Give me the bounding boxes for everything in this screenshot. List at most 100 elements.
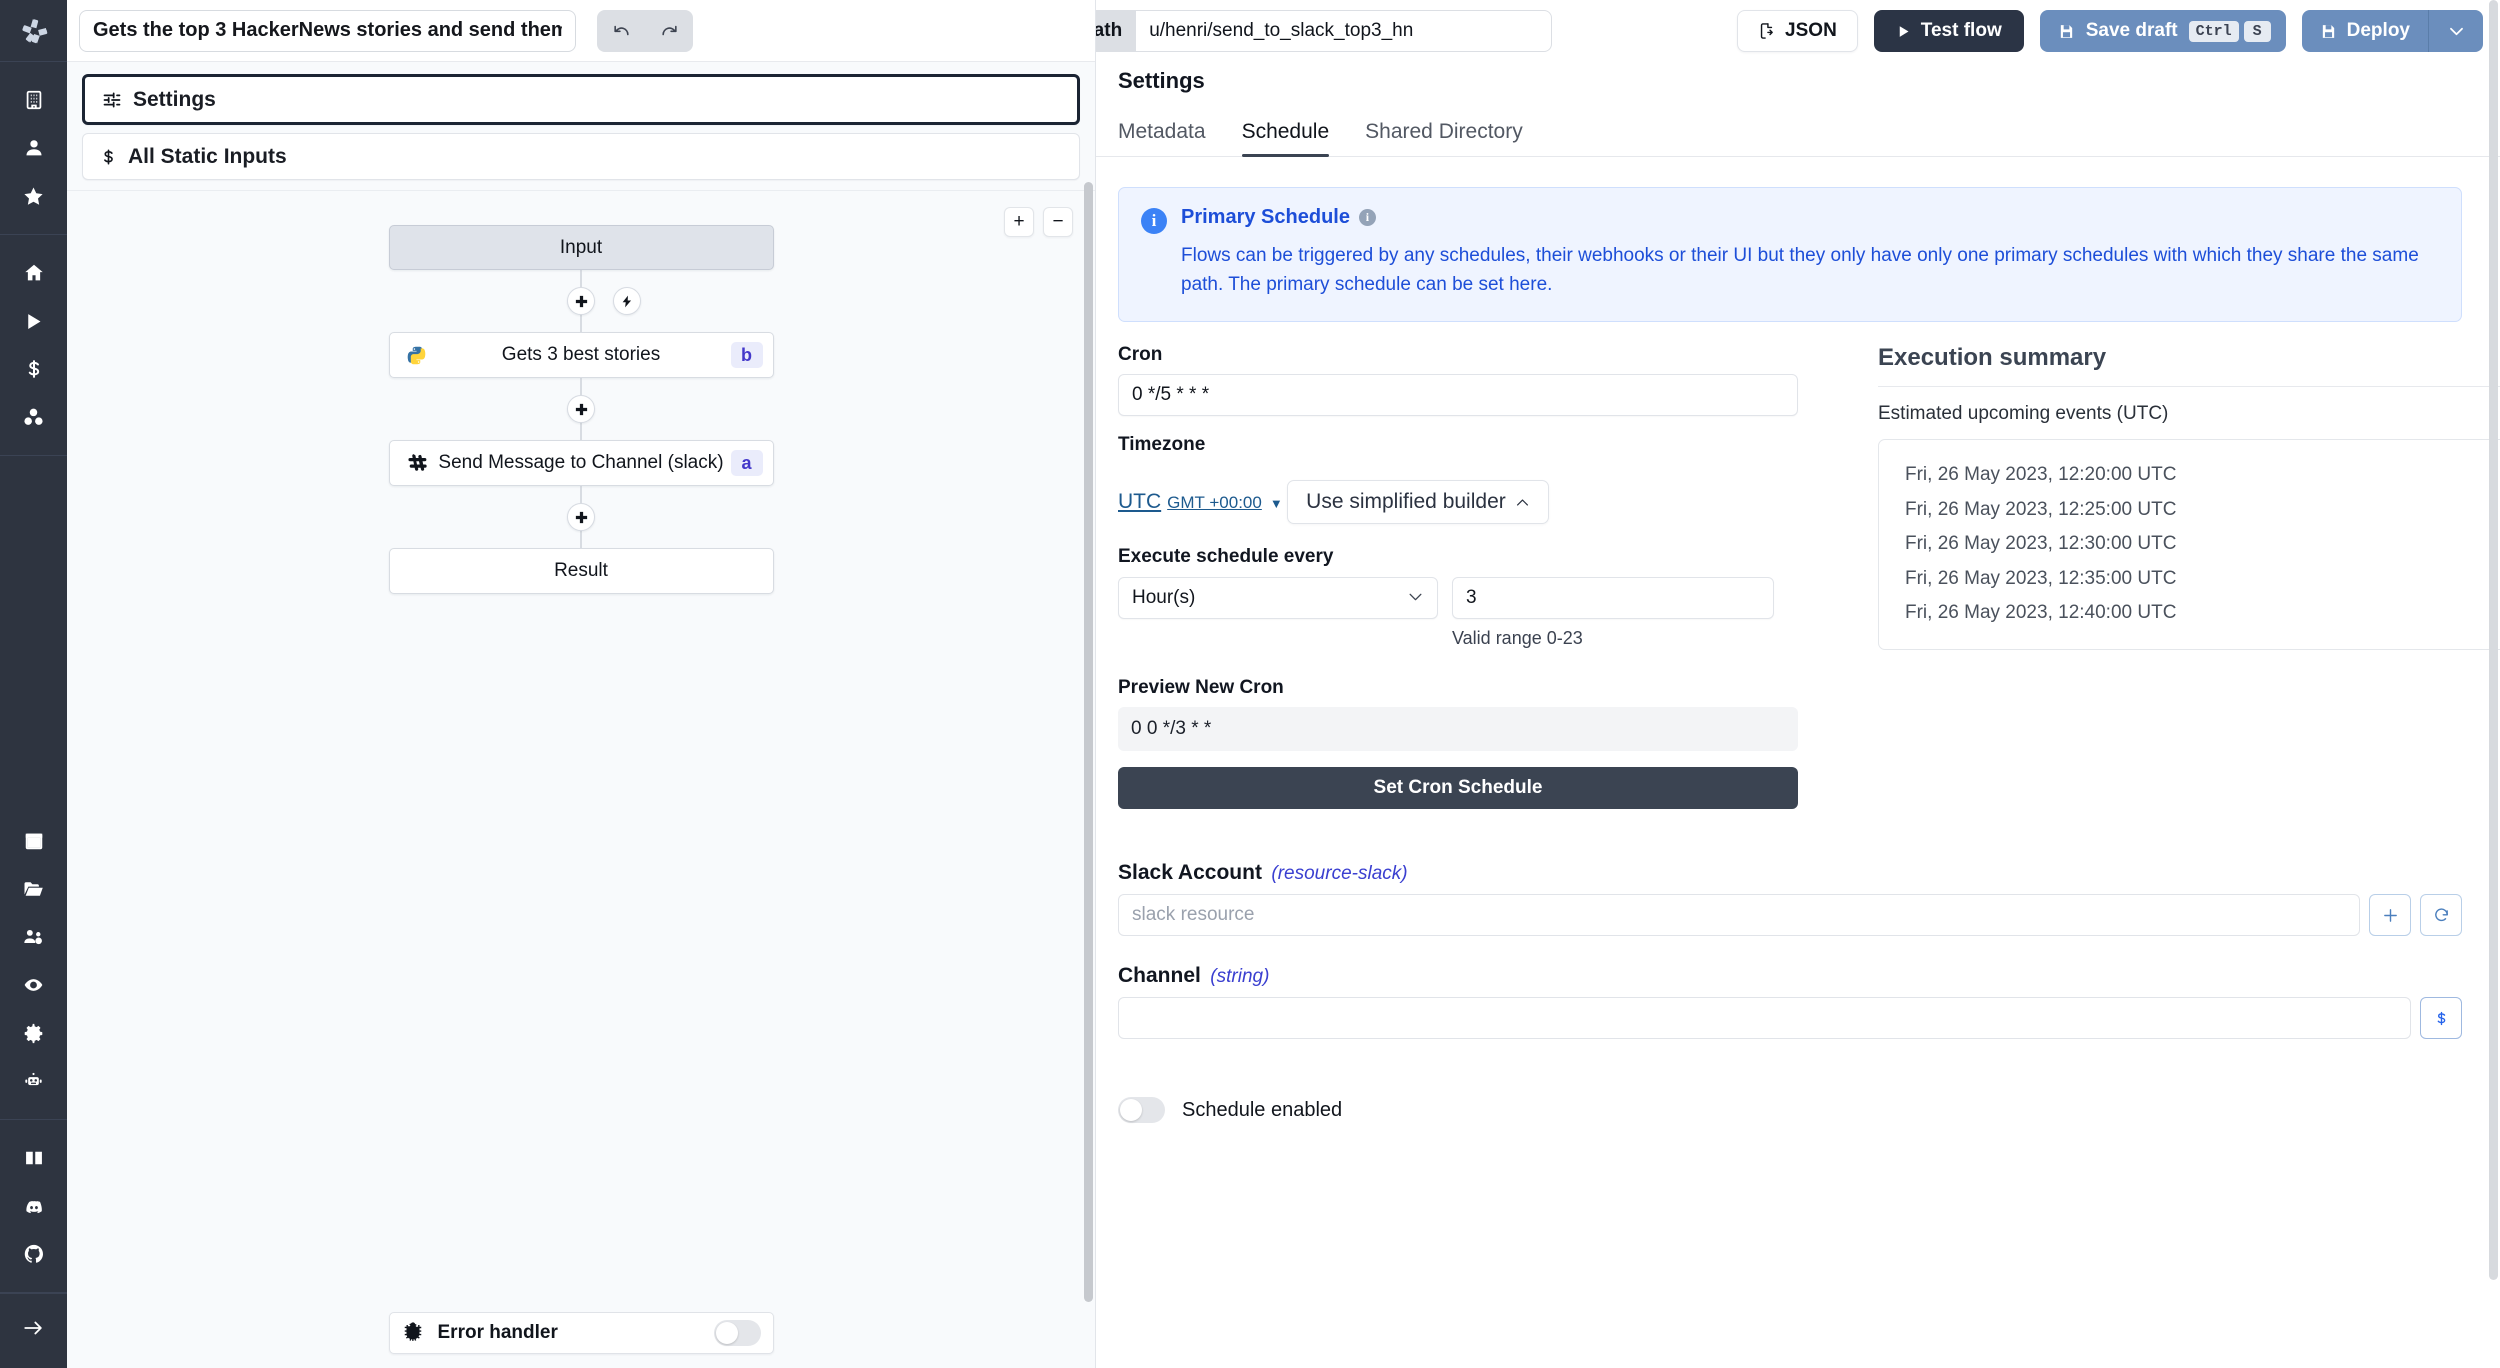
scrollbar-thumb[interactable]: [1084, 182, 1093, 1302]
tab-shared-directory[interactable]: Shared Directory: [1347, 116, 1541, 156]
sidebar-item-folders[interactable]: [0, 865, 67, 913]
schedule-enabled-toggle[interactable]: [1118, 1097, 1165, 1123]
set-cron-schedule-button[interactable]: Set Cron Schedule: [1118, 767, 1798, 809]
slack-account-type: (resource-slack): [1271, 863, 1407, 884]
undo-icon: [612, 21, 631, 40]
use-simplified-builder-button[interactable]: Use simplified builder: [1287, 480, 1549, 524]
settings-panel: Path JSON Test flow: [1096, 0, 2500, 1368]
connector-buttons: [567, 503, 595, 531]
sidebar-item-schedules[interactable]: [0, 817, 67, 865]
settings-panel-scrollbar[interactable]: [2488, 0, 2499, 1368]
channel-input-row: [1118, 997, 2462, 1039]
sidebar-item-settings[interactable]: [0, 1009, 67, 1057]
flow-canvas[interactable]: + − Input: [67, 190, 1095, 1368]
add-trigger-button[interactable]: [613, 287, 641, 315]
flow-title-input[interactable]: [79, 10, 576, 52]
plus-node-icon: [574, 402, 589, 417]
info-circle-icon[interactable]: i: [1359, 209, 1376, 226]
caret-down-icon: ▼: [1270, 496, 1283, 511]
connector-buttons: [567, 395, 595, 423]
slack-hash-icon: [404, 450, 430, 476]
redo-button[interactable]: [645, 10, 693, 52]
sidebar-item-discord[interactable]: [0, 1182, 67, 1230]
interval-unit-select[interactable]: Hour(s): [1118, 577, 1438, 619]
preview-cron-label: Preview New Cron: [1118, 677, 1798, 699]
zoom-out-button[interactable]: −: [1043, 207, 1073, 237]
channel-label: Channel: [1118, 964, 1201, 987]
tab-metadata[interactable]: Metadata: [1118, 116, 1224, 156]
sidebar-item-user[interactable]: [0, 124, 67, 172]
flow-node-send-message-to-channel[interactable]: Send Message to Channel (slack) a: [389, 440, 774, 486]
add-node-button[interactable]: [567, 287, 595, 315]
deploy-dropdown-button[interactable]: [2429, 10, 2483, 52]
save-draft-label: Save draft: [2086, 20, 2178, 42]
save-icon: [2058, 23, 2075, 40]
timezone-selector[interactable]: UTC GMT +00:00 ▼: [1118, 490, 1283, 514]
path-control[interactable]: Path: [1096, 10, 1552, 52]
add-resource-button[interactable]: [2369, 894, 2411, 936]
deploy-button[interactable]: Deploy: [2302, 10, 2428, 52]
chevron-down-icon-svg: [1407, 591, 1424, 603]
slack-hash-icon-svg: [405, 452, 428, 475]
execute-every-label: Execute schedule every: [1118, 546, 1798, 568]
flow-card-settings[interactable]: Settings: [82, 74, 1080, 125]
connector-buttons: [567, 287, 595, 315]
add-node-button[interactable]: [567, 503, 595, 531]
slack-account-input[interactable]: [1118, 894, 2360, 936]
tab-schedule[interactable]: Schedule: [1224, 116, 1348, 156]
sidebar-item-runs[interactable]: [0, 297, 67, 345]
error-handler-card[interactable]: Error handler: [389, 1312, 774, 1354]
divider: [1878, 386, 2500, 387]
interval-unit-select-wrap: Hour(s): [1118, 577, 1438, 649]
channel-input[interactable]: [1118, 997, 2411, 1039]
flow-graph: Input: [67, 225, 1095, 594]
test-flow-button[interactable]: Test flow: [1874, 10, 2024, 52]
sidebar-expand-button[interactable]: [0, 1304, 67, 1352]
sidebar-item-docs[interactable]: [0, 1134, 67, 1182]
app-logo[interactable]: [0, 0, 67, 62]
path-input[interactable]: [1136, 10, 1552, 52]
undo-button[interactable]: [597, 10, 645, 52]
preview-cron-value: 0 0 */3 * *: [1118, 707, 1798, 751]
sidebar-item-home[interactable]: [0, 249, 67, 297]
execution-summary-title: Execution summary: [1878, 344, 2500, 372]
sidebar-item-favorites[interactable]: [0, 172, 67, 220]
add-node-button[interactable]: [567, 395, 595, 423]
error-handler-toggle[interactable]: [714, 1320, 761, 1346]
left-nav-rail: [0, 0, 67, 1368]
sidebar-item-variables[interactable]: [0, 345, 67, 393]
flow-node-input[interactable]: Input: [389, 225, 774, 270]
flow-panel-scrollbar[interactable]: [1083, 62, 1094, 1368]
sidebar-item-audit-logs[interactable]: [0, 961, 67, 1009]
toolbar-actions: JSON Test flow Save draft Ctrl S: [1737, 10, 2483, 52]
flow-card-label: Settings: [133, 88, 216, 112]
sidebar-item-github[interactable]: [0, 1230, 67, 1278]
flow-card-all-static-inputs[interactable]: All Static Inputs: [82, 133, 1080, 180]
scrollbar-thumb[interactable]: [2489, 0, 2498, 1280]
rail-group-tools: [0, 803, 67, 1120]
schedule-enabled-row: Schedule enabled: [1118, 1097, 2462, 1123]
zoom-in-button[interactable]: +: [1004, 207, 1034, 237]
python-icon: [404, 342, 430, 368]
flow-node-result[interactable]: Result: [389, 548, 774, 594]
save-icon: [2320, 23, 2337, 40]
slack-account-section: Slack Account (resource-slack): [1118, 861, 2462, 936]
json-button[interactable]: JSON: [1737, 10, 1858, 52]
discord-icon: [22, 1197, 46, 1216]
refresh-resource-button[interactable]: [2420, 894, 2462, 936]
sidebar-item-groups[interactable]: [0, 913, 67, 961]
flow-node-gets-3-best-stories[interactable]: Gets 3 best stories b: [389, 332, 774, 378]
windmill-logo-icon: [19, 16, 49, 46]
cron-input[interactable]: [1118, 374, 1798, 416]
execution-summary-column: Execution summary Estimated upcoming eve…: [1798, 344, 2500, 809]
flow-header: [67, 0, 1095, 62]
file-json-icon: [1758, 22, 1775, 40]
sidebar-item-resources[interactable]: [0, 393, 67, 441]
plus-node-icon: [574, 294, 589, 309]
sidebar-item-workers[interactable]: [0, 1057, 67, 1105]
sidebar-item-building[interactable]: [0, 76, 67, 124]
interval-amount-input[interactable]: [1452, 577, 1774, 619]
info-icon: i: [1141, 208, 1167, 234]
channel-expression-button[interactable]: [2420, 997, 2462, 1039]
save-draft-button[interactable]: Save draft Ctrl S: [2040, 10, 2286, 52]
